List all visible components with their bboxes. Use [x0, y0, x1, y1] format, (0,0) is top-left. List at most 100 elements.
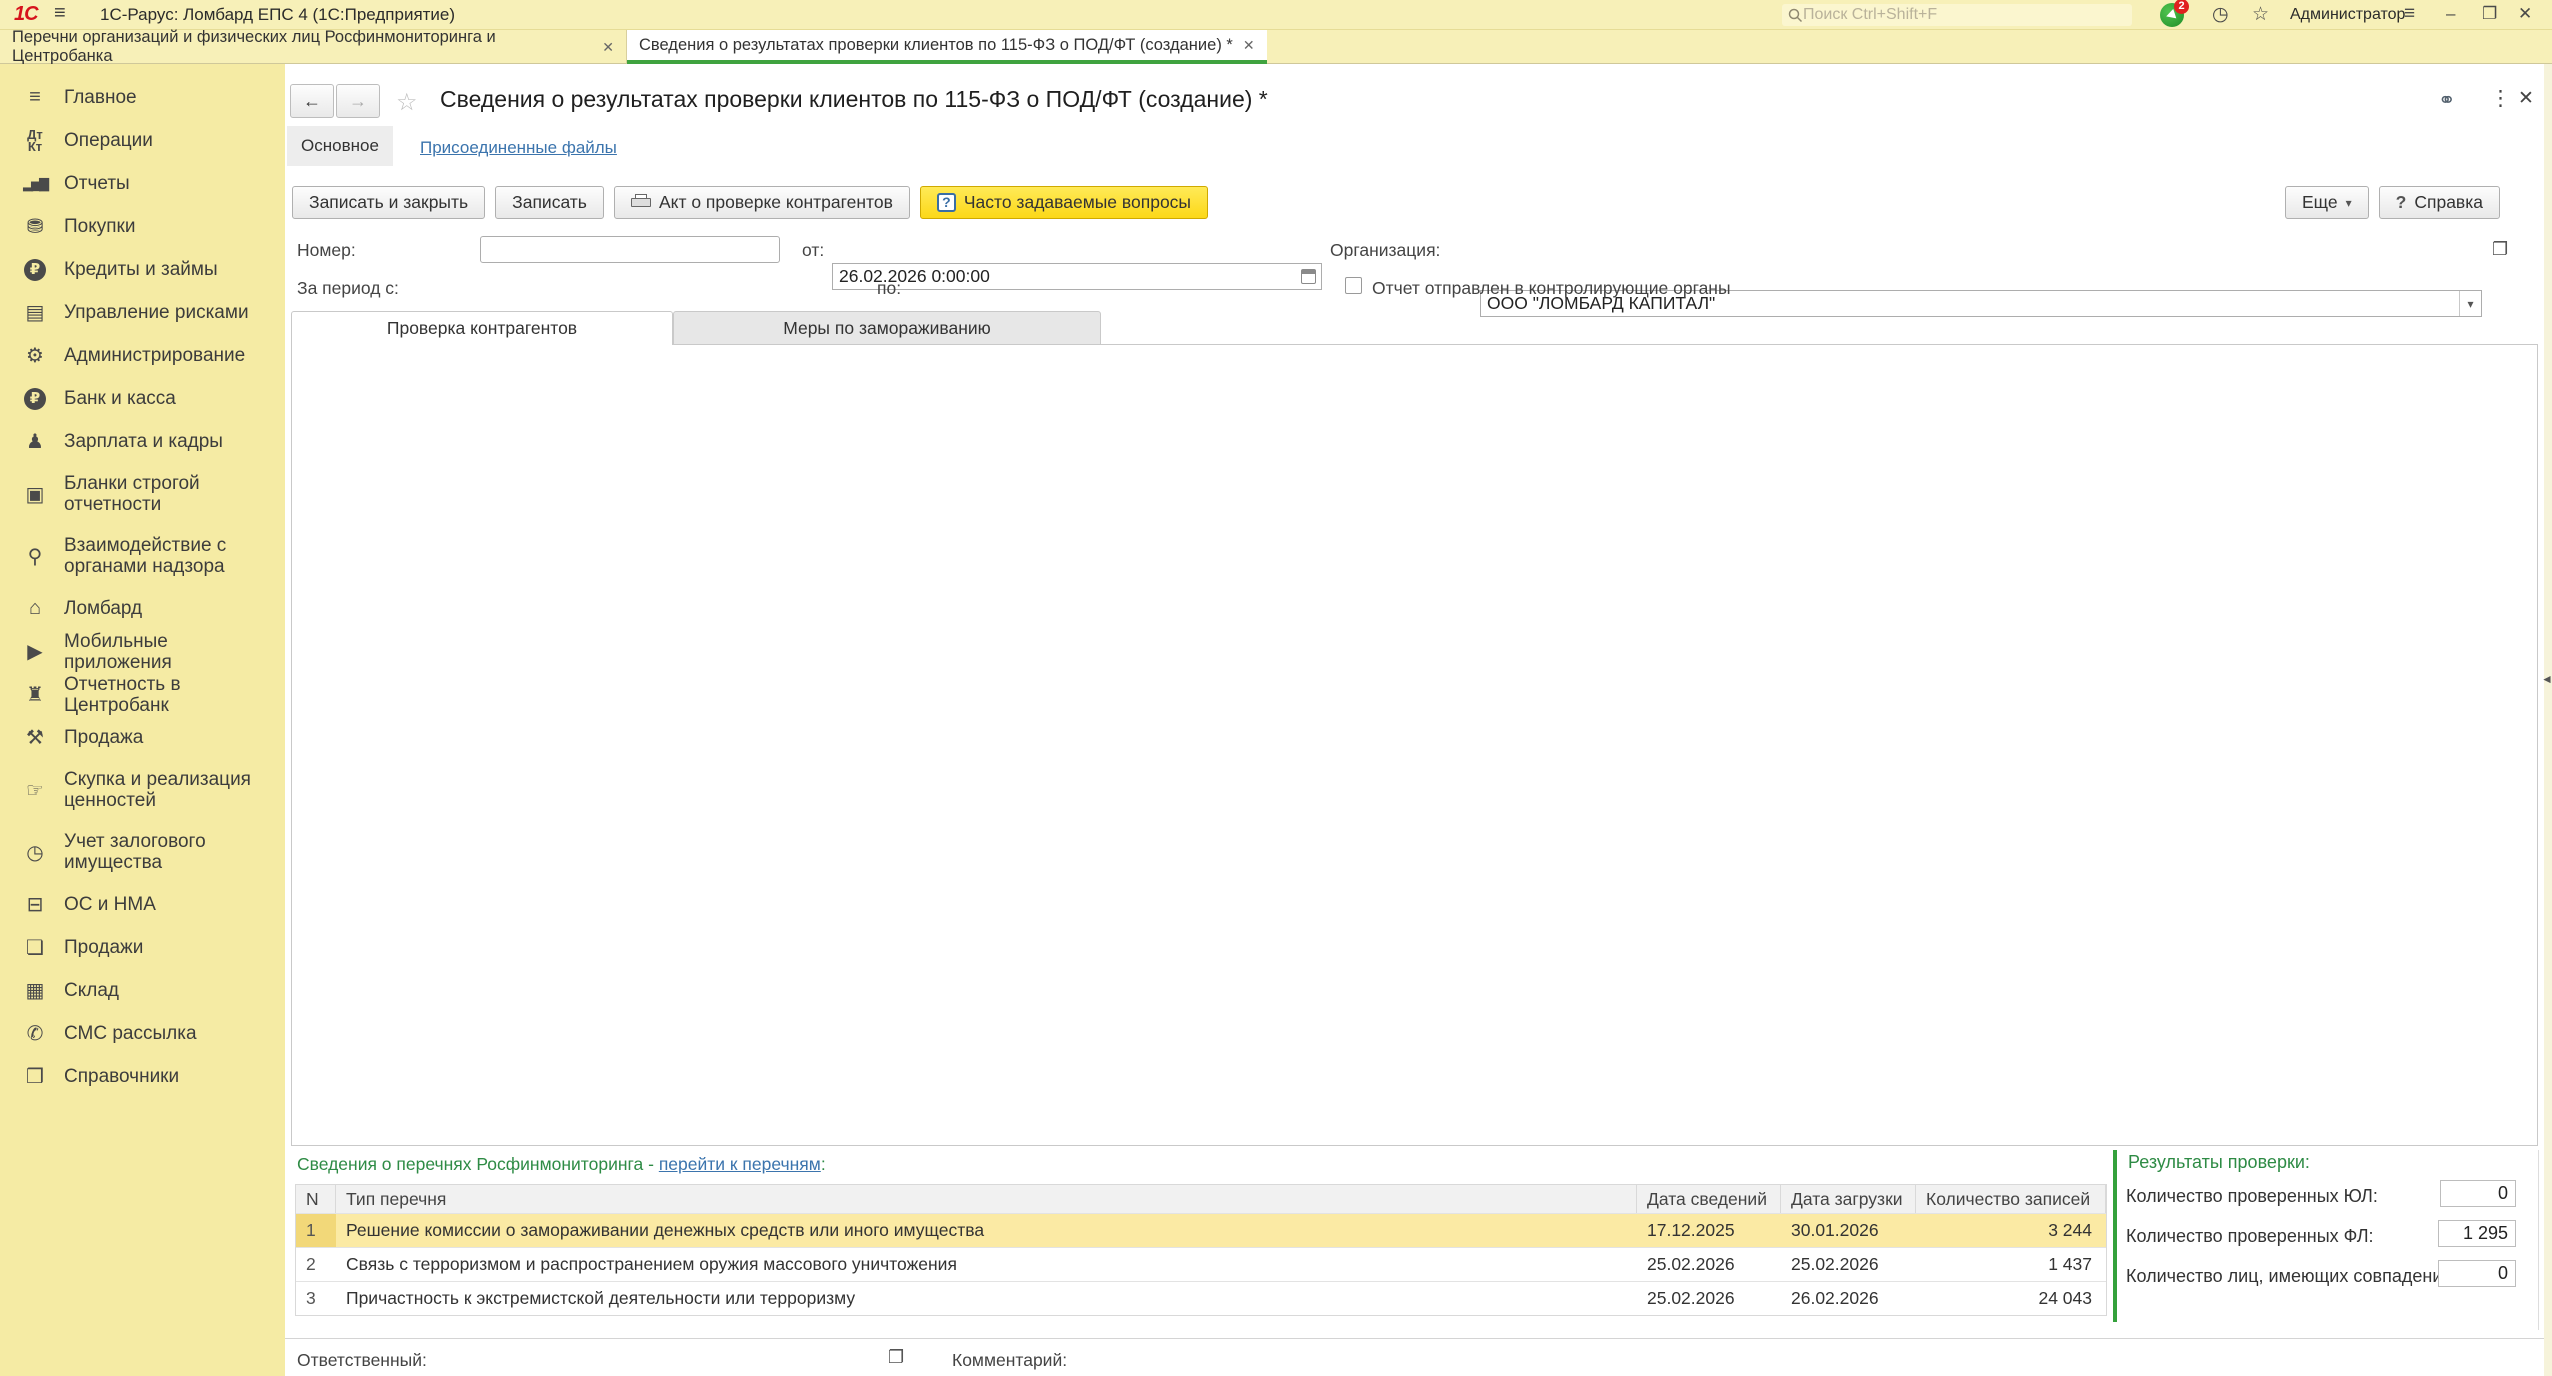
nav-tab-attached-files[interactable]: Присоединенные файлы	[420, 138, 617, 158]
load-date: 25.02.2026	[1781, 1248, 1916, 1281]
lists-section-title: Сведения о перечнях Росфинмониторинга - …	[297, 1154, 826, 1175]
list-item[interactable]: 1 Решение комиссии о замораживании денеж…	[296, 1213, 2106, 1247]
calendar-icon[interactable]	[1301, 269, 1316, 284]
go-to-lists-link[interactable]: перейти к перечням	[659, 1154, 821, 1174]
purchases-icon: ⛃	[18, 214, 52, 239]
tab-bar: Перечни организаций и физических лиц Рос…	[0, 30, 2552, 64]
bag-icon: ❏	[18, 935, 52, 960]
sidebar-item-sales[interactable]: ❏Продажи	[0, 926, 285, 969]
sidebar-item-collateral[interactable]: ◷Учет залогового имущества	[0, 821, 285, 883]
close-tab-icon[interactable]: ✕	[1243, 37, 1255, 54]
report-sent-checkbox[interactable]	[1345, 277, 1362, 294]
right-edge-strip	[2544, 64, 2552, 1376]
data-date: 25.02.2026	[1637, 1248, 1781, 1281]
phone-icon: ✆	[18, 1021, 52, 1046]
number-field[interactable]	[480, 236, 780, 263]
sidebar: ≡Главное Дт КтОперации ▂▅▇Отчеты ⛃Покупк…	[0, 64, 285, 1376]
tab-check-contractors[interactable]: Проверка контрагентов	[291, 311, 673, 345]
checked-legal-value[interactable]: 0	[2440, 1180, 2516, 1207]
sidebar-item-sms[interactable]: ✆СМС рассылка	[0, 1012, 285, 1055]
global-search-input[interactable]	[1803, 6, 2103, 24]
sidebar-item-buyout[interactable]: ☞Скупка и реализация ценностей	[0, 759, 285, 821]
tab-freezing-measures[interactable]: Меры по замораживанию	[673, 311, 1101, 345]
user-menu-icon[interactable]: ≡	[2404, 3, 2415, 25]
save-button[interactable]: Записать	[495, 186, 604, 219]
restore-button[interactable]: ❐	[2482, 4, 2497, 24]
reports-icon: ▂▅▇	[18, 176, 52, 192]
number-input[interactable]	[487, 239, 773, 260]
close-form-icon[interactable]: ✕	[2518, 87, 2534, 110]
sidebar-item-supervision[interactable]: ⚲Взаимодействие с органами надзора	[0, 525, 285, 587]
printer-icon	[631, 194, 651, 211]
load-date: 30.01.2026	[1781, 1214, 1916, 1247]
sidebar-item-sale[interactable]: ⚒Продажа	[0, 716, 285, 759]
sidebar-item-operations[interactable]: Дт КтОперации	[0, 119, 285, 162]
save-close-button[interactable]: Записать и закрыть	[292, 186, 485, 219]
sidebar-item-strict-forms[interactable]: ▣Бланки строгой отчетности	[0, 463, 285, 525]
lists-table: N Тип перечня Дата сведений Дата загрузк…	[295, 1184, 2107, 1316]
favorites-star-icon[interactable]: ☆	[2252, 3, 2269, 26]
number-label: Номер:	[297, 240, 356, 261]
hammer-icon: ⚒	[18, 725, 52, 750]
records-count: 3 244	[1916, 1214, 2106, 1247]
favorite-star-icon[interactable]: ☆	[396, 88, 418, 117]
list-item[interactable]: 2 Связь с терроризмом и распространением…	[296, 1247, 2106, 1281]
sidebar-item-pawnshop[interactable]: ⌂Ломбард	[0, 587, 285, 630]
tab-check-results[interactable]: Сведения о результатах проверки клиентов…	[627, 30, 1267, 64]
sidebar-item-mobile-apps[interactable]: ▶Мобильные приложения	[0, 630, 285, 673]
minimize-button[interactable]: –	[2446, 4, 2455, 24]
column-header-type[interactable]: Тип перечня	[336, 1185, 1637, 1213]
open-responsible-icon[interactable]: ❐	[888, 1347, 904, 1368]
open-organization-icon[interactable]: ❐	[2492, 239, 2508, 260]
sidebar-item-credits[interactable]: ₽Кредиты и займы	[0, 248, 285, 291]
sidebar-item-salary-hr[interactable]: ♟Зарплата и кадры	[0, 420, 285, 463]
current-user[interactable]: Администратор	[2290, 6, 2405, 24]
collapse-panel-icon[interactable]: ◄	[2541, 672, 2552, 686]
page-title: Сведения о результатах проверки клиентов…	[440, 86, 1268, 113]
column-header-data-date[interactable]: Дата сведений	[1637, 1185, 1781, 1213]
organization-label: Организация:	[1330, 240, 1440, 261]
main-menu-icon[interactable]: ≡	[54, 2, 66, 25]
more-button[interactable]: Еще▾	[2285, 186, 2369, 219]
close-tab-icon[interactable]: ✕	[602, 39, 614, 56]
list-type: Связь с терроризмом и распространением о…	[336, 1248, 1637, 1281]
credits-loans-icon: ₽	[24, 259, 46, 281]
list-item[interactable]: 3 Причастность к экстремистской деятельн…	[296, 1281, 2106, 1315]
print-act-button[interactable]: Акт о проверке контрагентов	[614, 186, 910, 219]
persons-matches-value[interactable]: 0	[2438, 1260, 2516, 1287]
sidebar-item-bank-cash[interactable]: ₽Банк и касса	[0, 377, 285, 420]
contractors-panel	[291, 344, 2538, 1146]
sidebar-item-risk[interactable]: ▤Управление рисками	[0, 291, 285, 334]
kebab-menu-icon[interactable]: ⋮	[2490, 86, 2511, 111]
checked-individuals-value[interactable]: 1 295	[2438, 1220, 2516, 1247]
faq-button[interactable]: ? Часто задаваемые вопросы	[920, 186, 1208, 219]
column-header-load-date[interactable]: Дата загрузки	[1781, 1185, 1916, 1213]
forward-button[interactable]: →	[336, 84, 380, 118]
period-from-label: За период с:	[297, 278, 399, 299]
checked-individuals-label: Количество проверенных ФЛ:	[2126, 1226, 2374, 1247]
sidebar-item-purchases[interactable]: ⛃Покупки	[0, 205, 285, 248]
document-date-field[interactable]: 26.02.2026 0:00:00	[832, 263, 1322, 290]
sidebar-item-centrobank[interactable]: ♜Отчетность в Центробанк	[0, 673, 285, 716]
sidebar-item-main[interactable]: ≡Главное	[0, 76, 285, 119]
sidebar-item-administration[interactable]: ⚙Администрирование	[0, 334, 285, 377]
history-icon[interactable]: ◷	[2212, 3, 2229, 26]
close-window-button[interactable]: ✕	[2518, 4, 2532, 24]
notifications-icon[interactable]: 2	[2160, 3, 2184, 27]
sidebar-item-fixed-assets[interactable]: ⊟ОС и НМА	[0, 883, 285, 926]
tab-lists-rosfin[interactable]: Перечни организаций и физических лиц Рос…	[0, 30, 627, 64]
column-header-n[interactable]: N	[296, 1185, 336, 1213]
back-button[interactable]: ←	[290, 84, 334, 118]
sidebar-item-warehouse[interactable]: ▦Склад	[0, 969, 285, 1012]
sidebar-item-reports[interactable]: ▂▅▇Отчеты	[0, 162, 285, 205]
sidebar-item-references[interactable]: ❒Справочники	[0, 1055, 285, 1098]
load-date: 26.02.2026	[1781, 1282, 1916, 1315]
global-search[interactable]	[1782, 4, 2132, 26]
person-icon: ♟	[18, 429, 52, 454]
search-icon	[1788, 8, 1803, 23]
help-button[interactable]: ?Справка	[2379, 186, 2500, 219]
column-header-records[interactable]: Количество записей	[1916, 1185, 2106, 1213]
nav-tab-main[interactable]: Основное	[287, 126, 393, 166]
chevron-down-icon[interactable]: ▾	[2459, 291, 2481, 316]
get-link-icon[interactable]: ⚭	[2438, 88, 2456, 113]
